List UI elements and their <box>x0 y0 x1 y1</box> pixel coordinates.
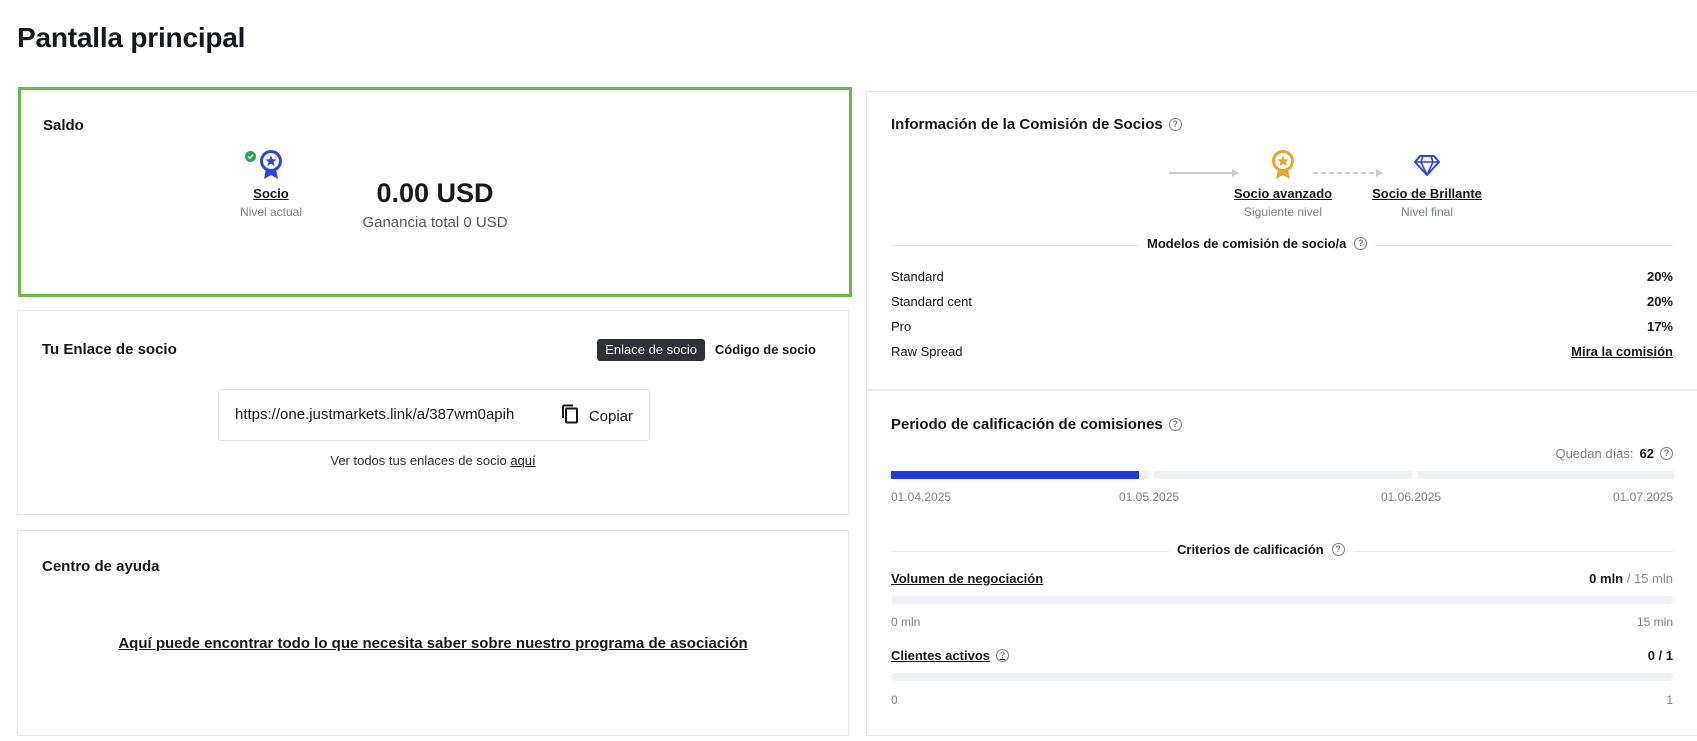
active-clients-label: Clientes activos <box>891 648 990 663</box>
partner-link-title: Tu Enlace de socio <box>42 341 177 358</box>
model-name: Standard cent <box>891 294 972 309</box>
copy-button[interactable]: Copiar <box>561 402 633 430</box>
all-links-link[interactable]: aquí <box>510 453 535 468</box>
help-center-card: Centro de ayuda Aquí puede encontrar tod… <box>17 530 849 736</box>
help-center-title: Centro de ayuda <box>42 558 160 575</box>
level-sub: Siguiente nivel <box>1243 205 1323 219</box>
partner-link-card: Tu Enlace de socio Enlace de socio Códig… <box>17 310 849 515</box>
volume-scale: 0 mln 15 mln <box>891 615 1673 629</box>
level-brilliant-partner: Socio de Brillante Nivel final <box>1357 152 1497 219</box>
clients-scale: 0 1 <box>891 693 1673 707</box>
all-links-hint-text: Ver todos tus enlaces de socio <box>330 453 511 468</box>
active-clients-link[interactable]: Clientes activos? <box>891 648 1009 663</box>
level-sub: Nivel final <box>1400 205 1454 219</box>
volume-current: 0 mln <box>1589 571 1624 586</box>
help-center-link[interactable]: Aquí puede encontrar todo lo que necesit… <box>18 635 848 652</box>
days-left: Quedan días: 62 ? <box>1555 446 1673 461</box>
volume-max: 15 mln <box>1636 615 1673 629</box>
check-icon <box>245 149 256 167</box>
date-label: 01.06.2025 <box>1381 490 1442 504</box>
clients-max: 1 <box>1666 693 1673 707</box>
volume-target: / 15 mln <box>1623 571 1673 586</box>
help-icon[interactable]: ? <box>996 649 1009 662</box>
volume-progress-bar <box>891 596 1673 604</box>
model-row: Raw Spread Mira la comisión <box>891 344 1673 364</box>
model-value: 20% <box>1646 269 1673 284</box>
tab-partner-link[interactable]: Enlace de socio <box>597 339 705 361</box>
date-label: 01.05.2025 <box>1119 490 1180 504</box>
diamond-icon <box>1414 153 1440 182</box>
criteria-label: Criterios de calificación ? <box>1169 542 1353 557</box>
level-advanced-partner: Socio avanzado Siguiente nivel <box>1213 149 1353 219</box>
commission-info-card: Información de la Comisión de Socios ? S… <box>240 91 1697 390</box>
partner-link-field: https://one.justmarkets.link/a/387wm0api… <box>218 389 650 441</box>
volume-criterion: Volumen de negociación 0 mln / 15 mln <box>891 571 1673 586</box>
model-row: Standard cent 20% <box>891 294 1673 314</box>
volume-value: 0 mln / 15 mln <box>1589 571 1673 586</box>
tab-partner-code[interactable]: Código de socio <box>707 339 824 361</box>
clients-progress-bar <box>891 673 1673 681</box>
period-segment-2 <box>1154 471 1412 479</box>
model-value: 17% <box>1646 319 1673 334</box>
level-partner: Socio Nivel actual <box>201 149 341 219</box>
level-name[interactable]: Socio <box>201 186 341 201</box>
qualification-card: Periodo de calificación de comisiones ? … <box>866 390 1697 736</box>
volume-link[interactable]: Volumen de negociación <box>891 571 1043 586</box>
help-icon[interactable]: ? <box>1168 418 1182 431</box>
qualification-title-text: Periodo de calificación de comisiones <box>891 416 1163 433</box>
volume-min: 0 mln <box>891 615 921 629</box>
balance-card: Saldo 0.00 USD Ganancia total 0 USD <box>18 87 852 297</box>
period-segment-3 <box>1417 471 1674 479</box>
model-row: Pro 17% <box>891 319 1673 339</box>
date-label: 01.04.2025 <box>891 490 952 504</box>
clients-value: 0 / 1 <box>1647 648 1673 663</box>
medal-star-icon <box>1271 149 1295 185</box>
commission-models-label-text: Modelos de comisión de socio/a <box>1147 236 1347 251</box>
criteria-label-text: Criterios de calificación <box>1177 542 1324 557</box>
view-commission-link[interactable]: Mira la comisión <box>1571 344 1673 364</box>
days-left-value: 62 <box>1639 446 1654 461</box>
commission-info-title-text: Información de la Comisión de Socios <box>891 116 1163 133</box>
commission-models-label: Modelos de comisión de socio/a ? <box>1139 236 1376 251</box>
model-name: Standard <box>891 269 944 284</box>
balance-title: Saldo <box>43 117 84 134</box>
qualification-title: Periodo de calificación de comisiones ? <box>891 416 1182 433</box>
total-earnings: Ganancia total 0 USD <box>362 214 508 231</box>
help-icon[interactable]: ? <box>1354 237 1368 250</box>
commission-info-title: Información de la Comisión de Socios ? <box>891 116 1182 133</box>
balance-amount: 0.00 USD <box>376 178 494 208</box>
copy-icon <box>561 404 579 428</box>
level-sub: Nivel actual <box>239 205 303 219</box>
days-left-label: Quedan días: <box>1555 446 1634 461</box>
page-title: Pantalla principal <box>17 22 246 53</box>
model-name: Raw Spread <box>891 344 963 359</box>
model-value: 20% <box>1646 294 1673 309</box>
period-segment-1 <box>891 471 1149 479</box>
model-name: Pro <box>891 319 912 334</box>
level-name[interactable]: Socio de Brillante <box>1357 186 1497 201</box>
clients-criterion: Clientes activos? 0 / 1 <box>891 648 1673 663</box>
period-progress-fill <box>891 471 1139 479</box>
help-icon[interactable]: ? <box>1168 118 1182 131</box>
model-row: Standard 20% <box>891 269 1673 289</box>
date-label: 01.07.2025 <box>1612 490 1673 504</box>
medal-star-icon <box>259 149 283 185</box>
copy-label: Copiar <box>588 407 633 425</box>
level-name[interactable]: Socio avanzado <box>1213 186 1353 201</box>
all-links-hint: Ver todos tus enlaces de socio aquí <box>18 453 848 468</box>
help-icon[interactable]: ? <box>1660 447 1673 460</box>
help-icon[interactable]: ? <box>1331 543 1345 556</box>
clients-min: 0 <box>891 693 898 707</box>
partner-link-url[interactable]: https://one.justmarkets.link/a/387wm0api… <box>235 406 535 423</box>
